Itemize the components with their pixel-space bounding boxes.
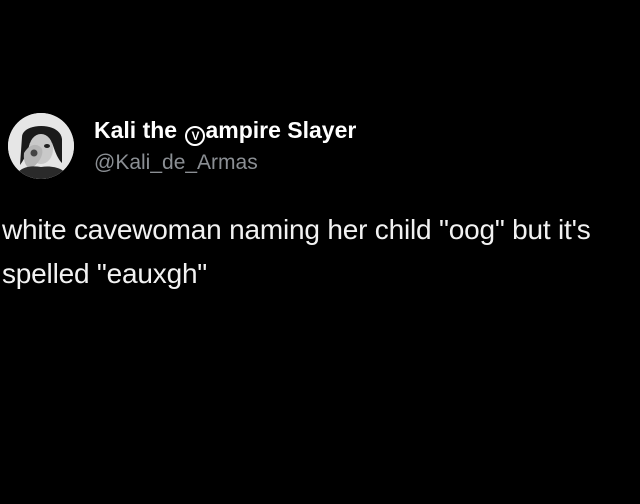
tweet-post: Kali the Vampire Slayer @Kali_de_Armas w… [0,0,640,504]
author-avatar[interactable] [8,113,74,179]
author-handle[interactable]: @Kali_de_Armas [94,150,356,176]
post-text: white cavewoman naming her child "oog" b… [2,214,591,289]
post-header: Kali the Vampire Slayer @Kali_de_Armas [8,110,356,182]
author-display-name[interactable]: Kali the Vampire Slayer [94,116,356,146]
author-names: Kali the Vampire Slayer @Kali_de_Armas [94,116,356,176]
avatar-portrait-icon [8,113,74,179]
display-name-suffix: ampire Slayer [205,117,357,143]
display-name-prefix: Kali the [94,117,184,143]
v-badge-icon: V [185,126,206,146]
